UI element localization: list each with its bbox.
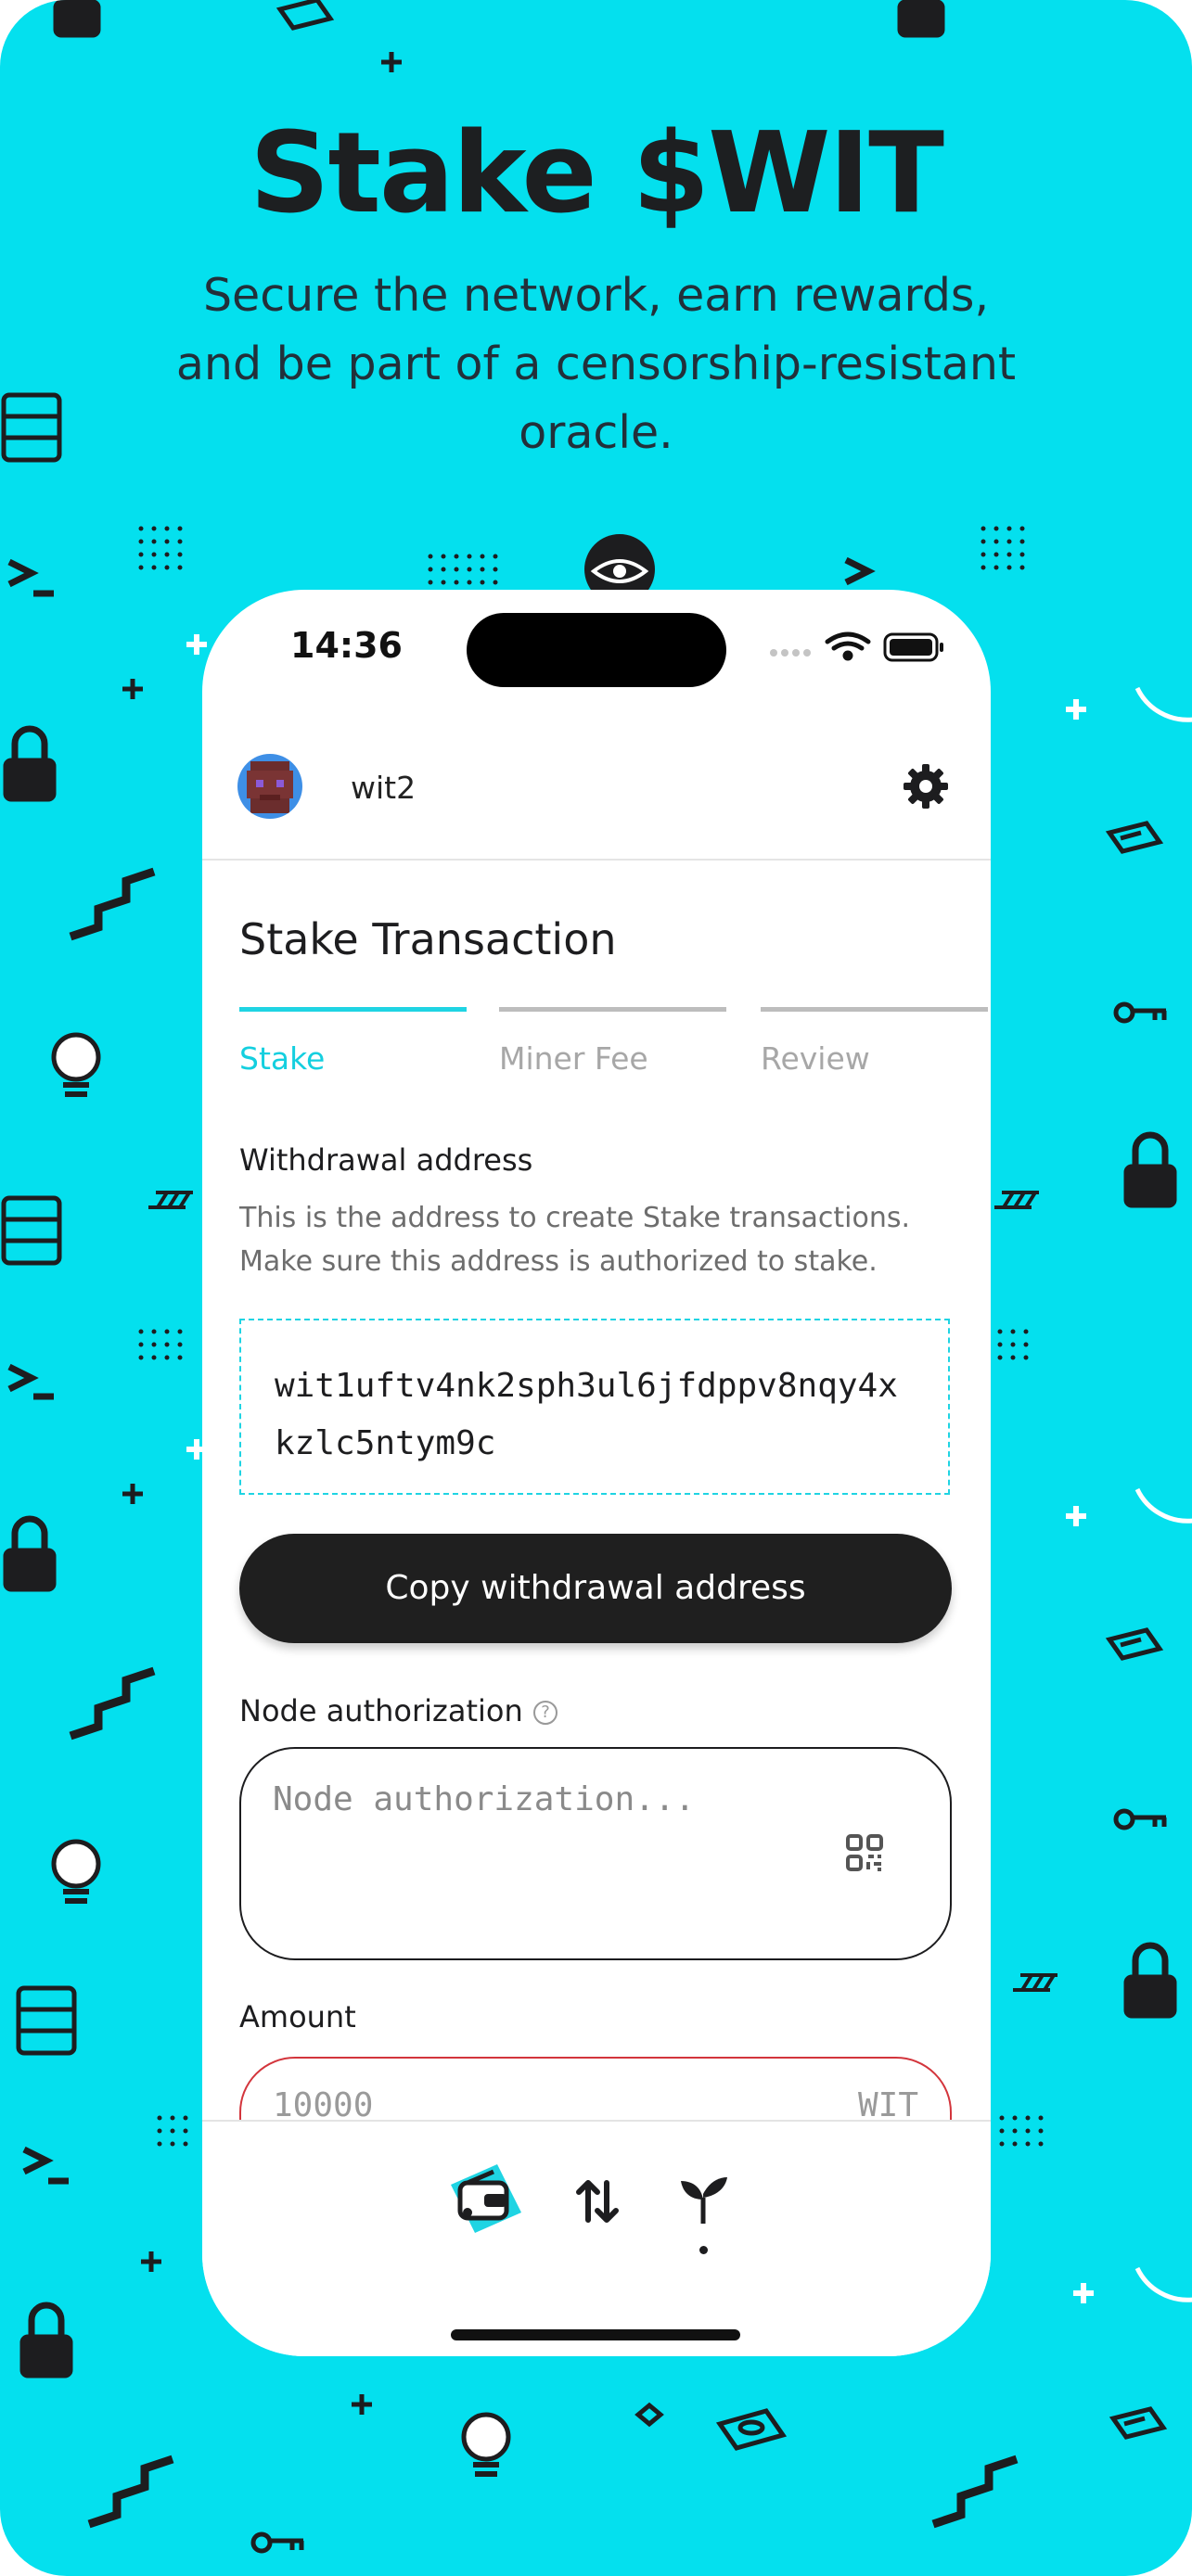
phone-screen: 14:36 wit2 Stake Transaction Stake Miner… xyxy=(202,590,991,2356)
withdrawal-address-value[interactable]: wit1uftv4nk2sph3ul6jfdppv8nqy4xkzlc5ntym… xyxy=(239,1319,950,1495)
nav-stake[interactable] xyxy=(677,2174,729,2229)
home-indicator xyxy=(451,2329,740,2340)
node-authorization-field[interactable]: Node authorization... xyxy=(239,1747,952,1960)
system-icons xyxy=(770,629,955,670)
status-time: 14:36 xyxy=(290,625,403,666)
avatar[interactable] xyxy=(237,754,302,819)
copy-withdrawal-address-button[interactable]: Copy withdrawal address xyxy=(239,1534,952,1643)
app-bar: wit2 xyxy=(202,729,991,861)
bottom-nav xyxy=(202,2120,991,2356)
cellular-signal-icon xyxy=(770,649,811,657)
status-bar: 14:36 xyxy=(202,590,991,729)
gear-icon[interactable] xyxy=(900,760,952,816)
stake-form: Stake Transaction Stake Miner Fee Review… xyxy=(202,859,991,2120)
lock-icon xyxy=(3,725,57,802)
step-indicator-stake xyxy=(239,1007,467,1012)
nav-active-dot xyxy=(699,2246,708,2254)
node-authorization-placeholder: Node authorization... xyxy=(273,1780,696,1818)
transfer-arrows-icon xyxy=(576,2180,619,2223)
lock-icon xyxy=(1123,1131,1177,1208)
page-title: Stake Transaction xyxy=(239,914,617,964)
node-authorization-label: Node authorization xyxy=(239,1693,523,1728)
step-indicator-miner-fee xyxy=(499,1007,726,1012)
dynamic-island xyxy=(467,613,726,687)
help-icon[interactable]: ? xyxy=(533,1701,558,1725)
lock-icon xyxy=(3,1515,57,1592)
battery-icon xyxy=(883,632,943,662)
lock-icon xyxy=(1123,1942,1177,2019)
wallet-icon xyxy=(451,2164,521,2233)
promo-headline: Stake $WIT xyxy=(250,109,944,238)
withdrawal-address-label: Withdrawal address xyxy=(239,1142,533,1178)
amount-placeholder: 10000 xyxy=(273,2086,374,2120)
promo-subheadline: Secure the network, earn rewards, and be… xyxy=(175,269,1017,459)
step-label-stake[interactable]: Stake xyxy=(239,1040,325,1077)
step-label-miner-fee[interactable]: Miner Fee xyxy=(499,1040,648,1077)
amount-label: Amount xyxy=(239,1999,356,2034)
sprout-icon xyxy=(681,2177,727,2224)
qr-scan-icon[interactable] xyxy=(846,1834,883,1875)
step-label-review[interactable]: Review xyxy=(761,1040,870,1077)
step-indicator-review xyxy=(761,1007,988,1012)
wifi-icon xyxy=(825,631,871,661)
nav-wallet[interactable] xyxy=(442,2157,525,2244)
wallet-name[interactable]: wit2 xyxy=(351,770,416,806)
amount-unit: WIT xyxy=(857,2086,918,2120)
promo-background: Stake $WIT Secure the network, earn rewa… xyxy=(0,0,1192,2576)
nav-transfer[interactable] xyxy=(573,2177,622,2229)
amount-field[interactable]: 10000 WIT xyxy=(239,2057,952,2120)
withdrawal-description: This is the address to create Stake tran… xyxy=(239,1202,911,1278)
lock-icon xyxy=(19,2302,73,2378)
